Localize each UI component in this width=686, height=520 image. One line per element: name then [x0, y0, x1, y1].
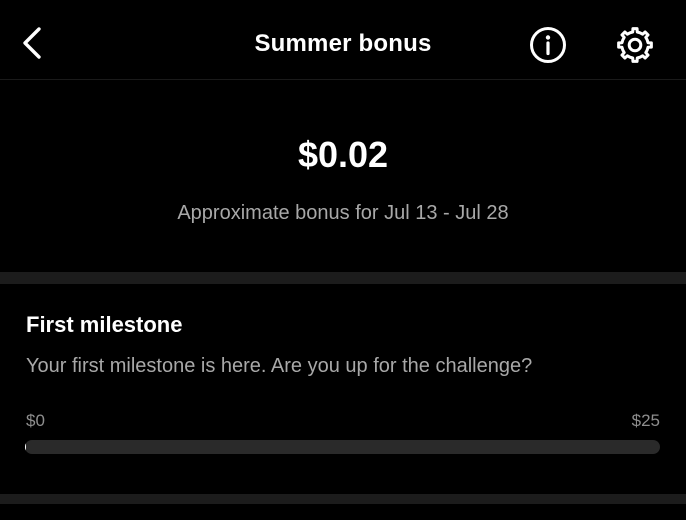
summer-bonus-screen: Summer bonus $0.02 Approximate bonus for… [0, 0, 686, 520]
top-bar: Summer bonus [0, 0, 686, 80]
section-divider [0, 272, 686, 284]
progress-max-label: $25 [631, 411, 660, 430]
progress-min-label: $0 [26, 411, 45, 430]
page-title: Summer bonus [254, 30, 432, 57]
milestone-description: Your first milestone is here. Are you up… [26, 355, 533, 377]
info-button[interactable] [526, 25, 570, 69]
settings-button[interactable] [612, 24, 658, 70]
bonus-amount: $0.02 [297, 134, 389, 175]
milestone-title: First milestone [26, 312, 183, 337]
bonus-period: Approximate bonus for Jul 13 - Jul 28 [177, 202, 509, 224]
milestone-progress-bar [25, 440, 660, 454]
info-icon [529, 26, 567, 69]
progress-fill [25, 440, 26, 454]
section-divider [0, 494, 686, 504]
gear-icon [615, 25, 655, 70]
